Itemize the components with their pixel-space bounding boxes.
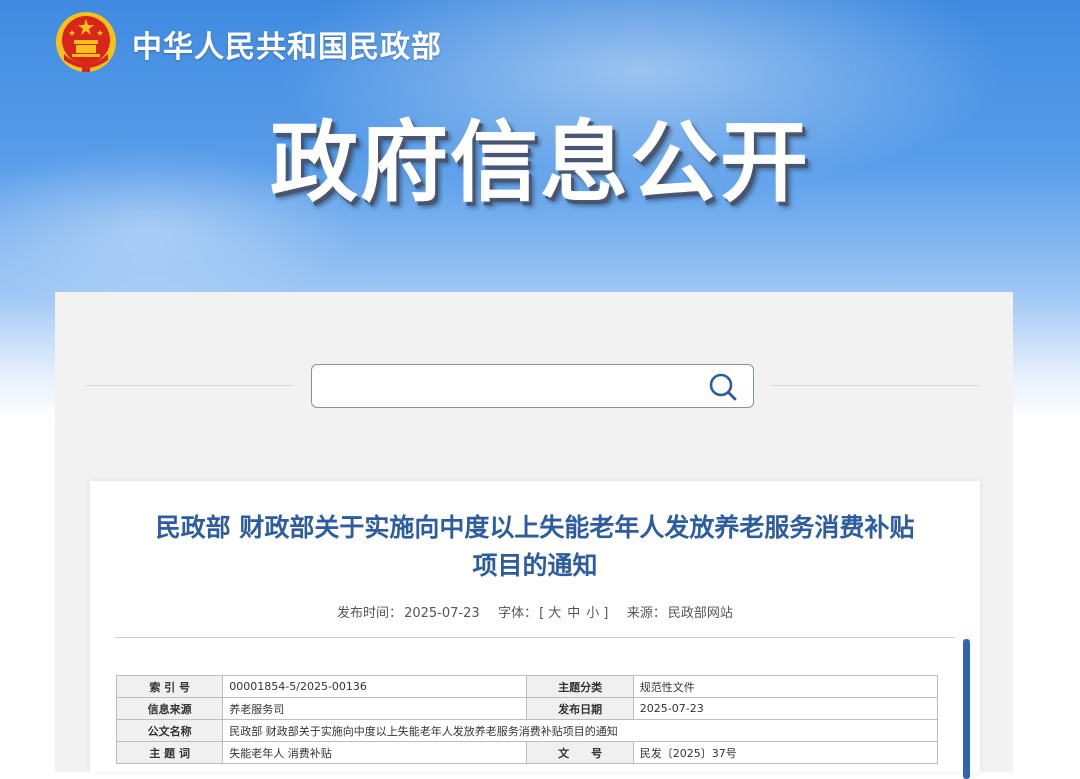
- site-name[interactable]: 中华人民共和国民政部: [132, 22, 442, 66]
- publish-label: 发布时间：: [337, 606, 402, 621]
- search-divider-left: [86, 385, 294, 386]
- table-row: 信息来源 养老服务司 发布日期 2025-07-23: [117, 698, 938, 720]
- article-title-line-2: 项目的通知: [90, 547, 980, 585]
- banner-title: 政府信息公开: [0, 92, 1080, 219]
- article-title-line-1: 民政部 财政部关于实施向中度以上失能老年人发放养老服务消费补贴: [90, 509, 980, 547]
- font-small-button[interactable]: 小: [584, 606, 601, 621]
- article-title: 民政部 财政部关于实施向中度以上失能老年人发放养老服务消费补贴 项目的通知: [90, 509, 980, 585]
- font-bracket-open: [: [539, 606, 544, 621]
- source-value: 民政部网站: [668, 606, 733, 621]
- document-info-table: 索 引 号 00001854-5/2025-00136 主题分类 规范性文件 信…: [116, 675, 938, 764]
- info-key-category: 主题分类: [527, 676, 633, 698]
- article-meta: 发布时间：2025-07-23 字体：[大中小] 来源：民政部网站: [90, 602, 980, 621]
- font-medium-button[interactable]: 中: [565, 606, 582, 621]
- info-value-doc-number: 民发〔2025〕37号: [633, 742, 937, 764]
- source-label: 来源：: [627, 606, 666, 621]
- search-icon[interactable]: [707, 371, 739, 403]
- info-key-source: 信息来源: [117, 698, 223, 720]
- info-key-doc-number: 文 号: [527, 742, 633, 764]
- meta-divider: [115, 637, 955, 638]
- table-row: 索 引 号 00001854-5/2025-00136 主题分类 规范性文件: [117, 676, 938, 698]
- table-row: 公文名称 民政部 财政部关于实施向中度以上失能老年人发放养老服务消费补贴项目的通…: [117, 720, 938, 742]
- info-value-date: 2025-07-23: [633, 698, 937, 720]
- info-key-keywords: 主 题 词: [117, 742, 223, 764]
- table-row: 主 题 词 失能老年人 消费补贴 文 号 民发〔2025〕37号: [117, 742, 938, 764]
- scrollbar-thumb[interactable]: [963, 639, 970, 779]
- font-label: 字体：: [498, 606, 537, 621]
- font-bracket-close: ]: [603, 606, 608, 621]
- publish-date: 2025-07-23: [404, 606, 480, 621]
- article-card: 民政部 财政部关于实施向中度以上失能老年人发放养老服务消费补贴 项目的通知 发布…: [90, 481, 980, 772]
- search-divider-right: [770, 385, 980, 386]
- info-value-source: 养老服务司: [223, 698, 527, 720]
- info-key-date: 发布日期: [527, 698, 633, 720]
- info-value-index: 00001854-5/2025-00136: [223, 676, 527, 698]
- search-input[interactable]: [320, 369, 704, 405]
- national-emblem-icon: [54, 10, 118, 74]
- info-value-keywords: 失能老年人 消费补贴: [223, 742, 527, 764]
- info-value-category: 规范性文件: [633, 676, 937, 698]
- search-box: [311, 364, 754, 408]
- font-large-button[interactable]: 大: [546, 606, 563, 621]
- info-value-doc-name: 民政部 财政部关于实施向中度以上失能老年人发放养老服务消费补贴项目的通知: [223, 720, 938, 742]
- info-key-doc-name: 公文名称: [117, 720, 223, 742]
- info-key-index: 索 引 号: [117, 676, 223, 698]
